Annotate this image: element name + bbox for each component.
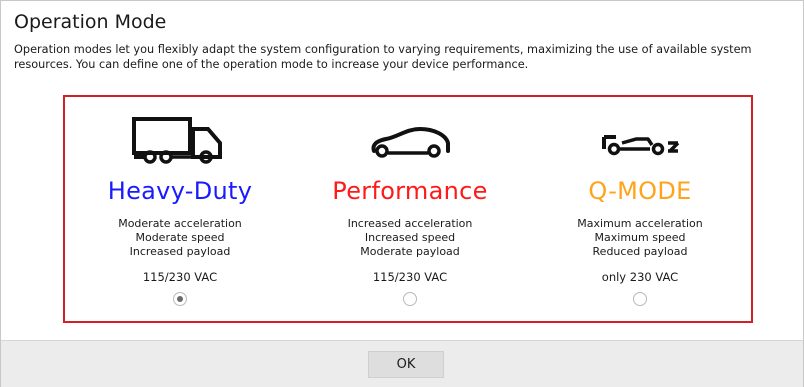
mode-radio-q-mode[interactable] — [633, 292, 647, 306]
operation-mode-dialog: Operation Mode Operation modes let you f… — [0, 0, 804, 387]
mode-name: Performance — [332, 177, 488, 205]
mode-specs: Increased acceleration Increased speed M… — [295, 217, 525, 259]
sports-car-icon — [295, 111, 525, 171]
mode-performance[interactable]: Performance Increased acceleration Incre… — [295, 97, 525, 321]
truck-icon — [65, 111, 295, 171]
dialog-description: Operation modes let you flexibly adapt t… — [14, 43, 752, 71]
modes-group: Heavy-Duty Moderate acceleration Moderat… — [63, 95, 753, 323]
spec-payload: Reduced payload — [592, 245, 688, 258]
mode-specs: Moderate acceleration Moderate speed Inc… — [65, 217, 295, 259]
race-car-icon — [525, 111, 755, 171]
spec-acceleration: Moderate acceleration — [118, 217, 242, 230]
mode-voltage: 115/230 VAC — [142, 270, 218, 284]
ok-button[interactable]: OK — [368, 351, 444, 378]
dialog-title: Operation Mode — [14, 11, 167, 33]
spec-speed: Increased speed — [364, 231, 456, 244]
spec-acceleration: Increased acceleration — [347, 217, 473, 230]
mode-radio-heavy-duty[interactable] — [173, 292, 187, 306]
dialog-footer: OK — [1, 340, 803, 387]
mode-q-mode[interactable]: Q-MODE Maximum acceleration Maximum spee… — [525, 97, 755, 321]
spec-payload: Increased payload — [129, 245, 231, 258]
spec-payload: Moderate payload — [360, 245, 460, 258]
mode-voltage: 115/230 VAC — [372, 270, 448, 284]
mode-voltage: only 230 VAC — [601, 270, 679, 284]
mode-name: Heavy-Duty — [107, 177, 253, 205]
spec-speed: Moderate speed — [135, 231, 225, 244]
mode-name: Q-MODE — [588, 177, 692, 205]
mode-specs: Maximum acceleration Maximum speed Reduc… — [525, 217, 755, 259]
mode-heavy-duty[interactable]: Heavy-Duty Moderate acceleration Moderat… — [65, 97, 295, 321]
spec-acceleration: Maximum acceleration — [577, 217, 703, 230]
spec-speed: Maximum speed — [594, 231, 686, 244]
mode-radio-performance[interactable] — [403, 292, 417, 306]
